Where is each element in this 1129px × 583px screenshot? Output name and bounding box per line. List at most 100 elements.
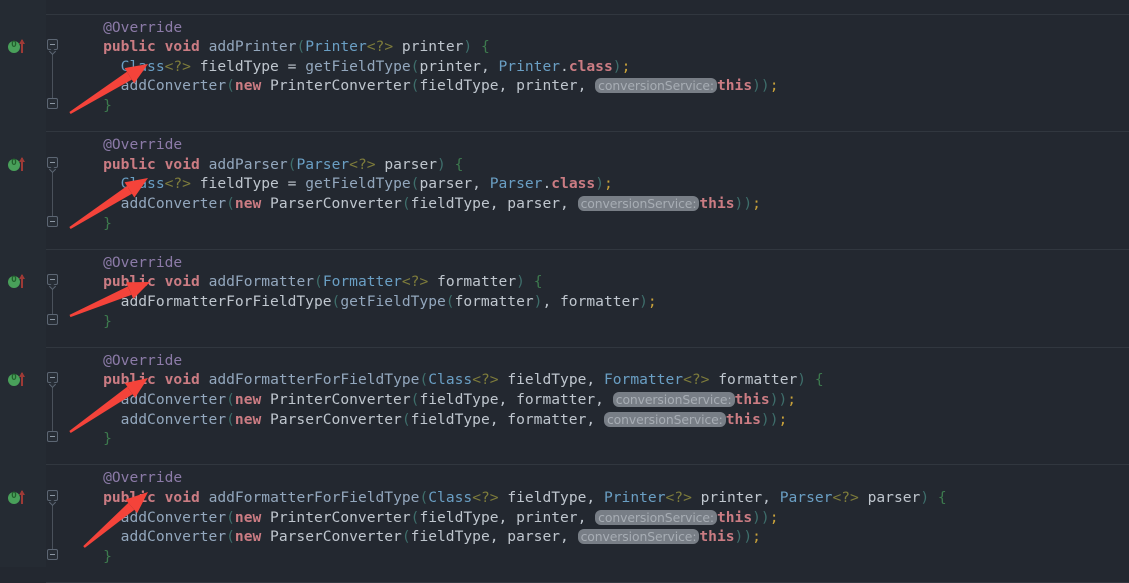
override-method-marker-icon[interactable]: O [8, 39, 32, 55]
code-line[interactable]: @Override [103, 253, 182, 273]
code-token-kw: this [716, 508, 753, 526]
code-token-kw: this [725, 410, 761, 428]
code-token-ident: . [542, 175, 552, 193]
code-line[interactable]: } [103, 429, 112, 449]
inline-parameter-hint[interactable]: conversionService: [595, 78, 717, 94]
code-editor[interactable]: OOOOO @Override public void addPrinter(Pr… [0, 0, 1129, 583]
code-line[interactable]: public void addFormatter(Formatter<?> fo… [103, 272, 542, 292]
code-token-type: Parser [296, 155, 350, 173]
inline-parameter-hint[interactable]: conversionService: [577, 529, 700, 545]
code-token-brace: } [103, 430, 112, 448]
code-line[interactable]: } [103, 96, 112, 116]
code-token-gen: <?> [832, 488, 859, 506]
code-line[interactable]: public void addPrinter(Printer<?> printe… [103, 37, 490, 57]
code-token-kw: void [164, 38, 200, 56]
override-method-marker-icon[interactable]: O [8, 156, 32, 173]
code-token-type: Class [428, 488, 473, 506]
code-line[interactable]: addFormatterForFieldType(getFieldType(fo… [121, 292, 657, 312]
code-line[interactable]: @Override [103, 351, 182, 371]
code-token-meth: getFieldType [305, 57, 411, 75]
code-line[interactable]: addConverter(new ParserConverter(fieldTy… [121, 527, 761, 547]
code-token-ident: fieldType, printer, [419, 508, 596, 526]
code-line[interactable]: } [103, 214, 112, 234]
code-token-anno: @Override [103, 253, 183, 271]
code-line[interactable]: Class<?> fieldType = getFieldType(parser… [121, 174, 613, 194]
fold-collapse-end-icon[interactable] [47, 313, 58, 325]
fold-collapse-icon[interactable] [47, 39, 58, 51]
code-token-kw: this [716, 77, 753, 95]
code-token-meth: addFormatterForFieldType [208, 371, 420, 389]
code-token-punc: ) [920, 488, 930, 506]
code-line[interactable]: } [103, 547, 112, 567]
code-line[interactable]: @Override [103, 468, 182, 488]
code-token-punc: )) [769, 390, 788, 408]
fold-collapse-end-icon[interactable] [47, 431, 58, 443]
code-token-meth: addConverter [120, 194, 227, 212]
code-line[interactable]: addConverter(new ParserConverter(fieldTy… [121, 194, 761, 214]
code-line[interactable]: addConverter(new PrinterConverter(fieldT… [121, 390, 796, 410]
code-token-punc: ( [226, 77, 235, 95]
fold-collapse-end-icon[interactable] [47, 97, 58, 109]
code-line[interactable]: @Override [103, 18, 182, 38]
code-token-kw: public [103, 155, 156, 173]
override-method-marker-icon[interactable]: O [8, 489, 32, 506]
code-line[interactable]: public void addParser(Parser<?> parser) … [103, 155, 463, 175]
code-token-meth: addConverter [120, 528, 227, 546]
code-token-punc: )) [752, 508, 770, 526]
code-token-punc: ( [226, 390, 235, 408]
code-line[interactable]: Class<?> fieldType = getFieldType(printe… [121, 57, 631, 77]
code-token-meth: addConverter [120, 410, 227, 428]
code-token-punc: ) [612, 57, 622, 75]
code-token-kw: new [234, 528, 262, 546]
code-line[interactable]: } [103, 312, 112, 332]
fold-collapse-icon[interactable] [47, 489, 58, 501]
fold-collapse-end-icon[interactable] [47, 215, 58, 227]
code-token-punc: ( [226, 528, 235, 546]
code-token-kw: new [234, 390, 262, 408]
code-token-kw: void [164, 488, 200, 506]
code-token-brace: { [814, 371, 824, 389]
fold-collapse-end-icon[interactable] [47, 548, 58, 560]
code-token-type: Printer [498, 57, 561, 75]
fold-collapse-icon[interactable] [47, 274, 58, 286]
fold-collapse-icon[interactable] [47, 372, 58, 384]
code-token-semi: ; [621, 57, 631, 75]
override-method-marker-icon[interactable]: O [8, 372, 32, 388]
code-token-punc: )) [752, 77, 770, 95]
inline-parameter-hint[interactable]: conversionService: [612, 391, 735, 407]
code-token-semi: ; [769, 508, 779, 526]
code-token-punc: ( [401, 194, 411, 212]
code-line[interactable]: public void addFormatterForFieldType(Cla… [103, 370, 824, 390]
inline-parameter-hint[interactable]: conversionService: [577, 195, 700, 211]
code-token-ident: fieldType, formatter, [410, 410, 604, 428]
inline-parameter-hint[interactable]: conversionService: [595, 509, 717, 525]
code-token-punc: ) [463, 38, 473, 56]
code-token-ident: . [560, 57, 569, 75]
code-line[interactable]: addConverter(new ParserConverter(fieldTy… [121, 410, 788, 430]
code-token-type: Class [120, 175, 165, 193]
override-method-marker-icon[interactable]: O [8, 274, 32, 290]
code-token-kw: void [164, 155, 200, 173]
code-line[interactable]: @Override [103, 135, 182, 155]
inline-parameter-hint[interactable]: conversionService: [603, 411, 726, 427]
code-content[interactable]: @Override public void addPrinter(Printer<… [68, 0, 1129, 567]
code-token-brace: { [454, 155, 464, 173]
code-token-kw: public [103, 38, 156, 56]
code-line[interactable]: addConverter(new PrinterConverter(fieldT… [121, 76, 779, 96]
fold-collapse-icon[interactable] [47, 156, 58, 168]
code-token-type: Formatter [603, 371, 684, 389]
code-token-punc: ( [419, 488, 429, 506]
code-token-gen: <?> [349, 155, 376, 173]
code-line[interactable]: public void addFormatterForFieldType(Cla… [103, 488, 947, 508]
code-token-ident: ParserConverter [261, 528, 402, 546]
code-token-ident: PrinterConverter [261, 508, 411, 526]
code-token-kw: void [164, 273, 200, 291]
code-token-type: Printer [305, 38, 367, 56]
code-line[interactable]: addConverter(new PrinterConverter(fieldT… [121, 508, 779, 528]
